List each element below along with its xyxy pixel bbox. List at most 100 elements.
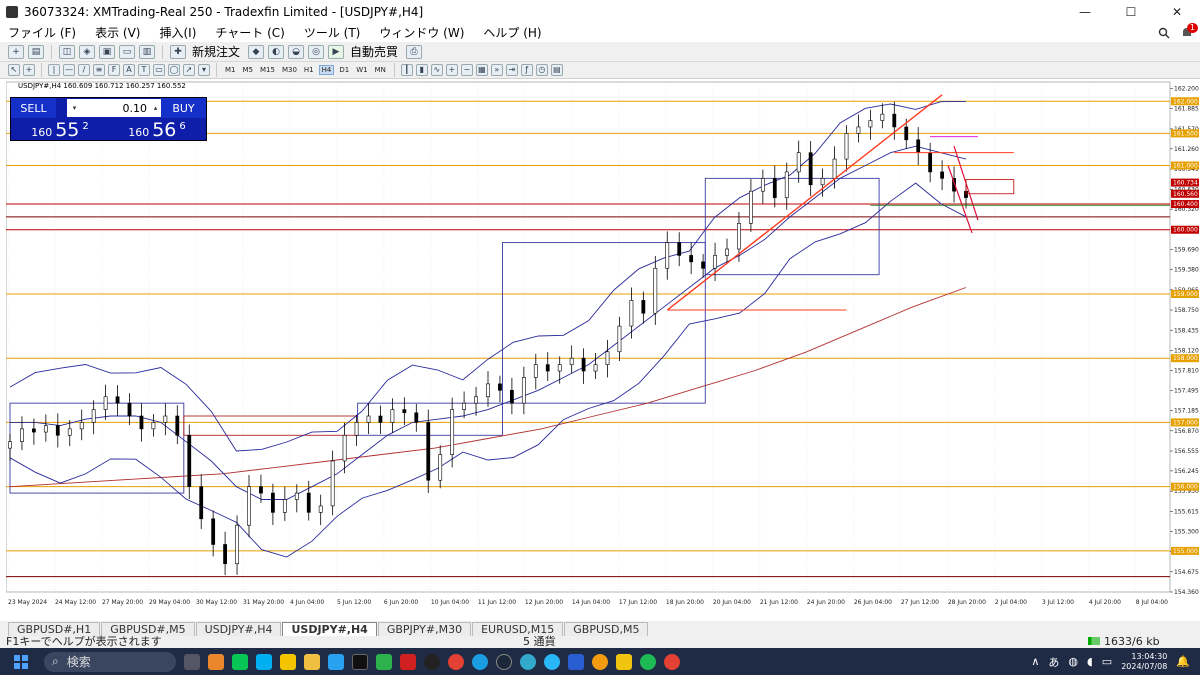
sell-button[interactable]: SELL	[11, 98, 56, 118]
indicators-icon[interactable]: ƒ	[520, 64, 533, 76]
menu-file[interactable]: ファイル (F)	[8, 24, 76, 41]
task-view-icon[interactable]	[184, 653, 200, 670]
tab-gbpjpy-m30[interactable]: GBPJPY#,M30	[377, 622, 472, 636]
strategy-tester-icon[interactable]: ▥	[139, 44, 155, 59]
spotify-icon[interactable]	[640, 653, 656, 670]
app-circle-icon[interactable]	[520, 653, 536, 670]
market-watch-icon[interactable]: ◫	[59, 44, 75, 59]
steam-icon[interactable]	[496, 653, 512, 670]
network-icon[interactable]: ◍	[1068, 655, 1078, 668]
auto-trading-button[interactable]: 自動売買	[348, 43, 402, 60]
lot-decrease-icon[interactable]: ▾	[69, 101, 80, 115]
metaeditor-icon[interactable]: ◆	[248, 44, 265, 59]
vps-icon[interactable]: ◎	[308, 44, 325, 59]
file-explorer-icon[interactable]	[304, 653, 320, 670]
chart-canvas[interactable]: 23 May 2024 24 May 12:00 27 May 20:00 29 Ma…	[6, 80, 1200, 618]
notes-app-icon[interactable]	[616, 653, 632, 670]
label-icon[interactable]: T	[138, 64, 150, 76]
new-order-icon[interactable]: ✚	[170, 44, 186, 59]
tray-chevron-icon[interactable]: ∧	[1031, 655, 1039, 668]
timeframe-d1[interactable]: D1	[337, 66, 351, 74]
cursor-icon[interactable]: ↖	[8, 64, 20, 76]
trendline-icon[interactable]: /	[78, 64, 90, 76]
gear-app-icon[interactable]	[592, 653, 608, 670]
rectangle-icon[interactable]: ▭	[153, 64, 165, 76]
autoscroll-icon[interactable]: »	[490, 64, 503, 76]
minimize-button[interactable]: —	[1062, 0, 1108, 23]
timeframe-mn[interactable]: MN	[373, 66, 388, 74]
tab-gbpusd-h1[interactable]: GBPUSD#,H1	[8, 622, 101, 636]
profiles-icon[interactable]: ▤	[28, 44, 44, 59]
sell-price[interactable]: 160 55 2	[12, 119, 108, 141]
timeframe-h4[interactable]: H4	[318, 65, 335, 75]
edge-icon[interactable]	[472, 653, 488, 670]
chart-shift-icon[interactable]: ⇥	[505, 64, 518, 76]
zoom-out-icon[interactable]: −	[460, 64, 473, 76]
new-order-button[interactable]: 新規注文	[190, 43, 244, 60]
tile-icon[interactable]: ▦	[475, 64, 488, 76]
timeframe-m15[interactable]: M15	[258, 66, 277, 74]
buy-button[interactable]: BUY	[161, 98, 206, 118]
menu-window[interactable]: ウィンドウ (W)	[379, 24, 464, 41]
search-icon[interactable]	[1158, 27, 1170, 39]
channel-icon[interactable]: ≡	[93, 64, 105, 76]
skype-icon[interactable]	[256, 653, 272, 670]
tab-usdjpy-h4[interactable]: USDJPY#,H4	[195, 622, 282, 636]
new-chart-icon[interactable]: +	[8, 44, 24, 59]
maximize-button[interactable]: ☐	[1108, 0, 1154, 23]
lot-size-input[interactable]: ▾ 0.10 ▴	[67, 99, 163, 117]
crosshair-icon[interactable]: +	[23, 64, 35, 76]
data-window-icon[interactable]: ◈	[79, 44, 95, 59]
zoom-in-icon[interactable]: +	[445, 64, 458, 76]
tab-usdjpy-h4-active[interactable]: USDJPY#,H4	[282, 622, 377, 636]
buy-price[interactable]: 160 56 6	[109, 119, 205, 141]
widgets-icon[interactable]	[208, 653, 224, 670]
start-icon[interactable]	[14, 654, 28, 669]
chrome-icon[interactable]	[448, 653, 464, 670]
more-tools-icon[interactable]: ▾	[198, 64, 210, 76]
bar-chart-icon[interactable]: ┃	[400, 64, 413, 76]
text-icon[interactable]: A	[123, 64, 135, 76]
fx-app-icon[interactable]	[400, 653, 416, 670]
battery-icon[interactable]: ▭	[1102, 655, 1112, 668]
timeframe-m30[interactable]: M30	[280, 66, 299, 74]
taskbar-search[interactable]: ⌕ 検索	[44, 651, 176, 672]
terminal-icon[interactable]: ▭	[119, 44, 135, 59]
ellipse-icon[interactable]: ◯	[168, 64, 180, 76]
github-icon[interactable]	[424, 653, 440, 670]
timeframe-w1[interactable]: W1	[354, 66, 369, 74]
price-chart[interactable]: 23 May 2024 24 May 12:00 27 May 20:00 29 Ma…	[6, 80, 1200, 618]
notification-center-icon[interactable]: 🔔	[1176, 655, 1190, 668]
horizontal-line-icon[interactable]: —	[63, 64, 75, 76]
line-chart-icon[interactable]: ∿	[430, 64, 443, 76]
signals-icon[interactable]: ◐	[268, 44, 285, 59]
menu-tools[interactable]: ツール (T)	[304, 24, 361, 41]
ime-indicator[interactable]: あ	[1048, 654, 1059, 670]
menu-view[interactable]: 表示 (V)	[95, 24, 140, 41]
checkmark-app-icon[interactable]	[280, 653, 296, 670]
tab-eurusd-m15[interactable]: EURUSD,M15	[472, 622, 564, 636]
arrow-icon[interactable]: ➚	[183, 64, 195, 76]
s-app-icon[interactable]	[376, 653, 392, 670]
bolt-app-icon[interactable]	[568, 653, 584, 670]
navigator-icon[interactable]: ▣	[99, 44, 115, 59]
notification-icon[interactable]: 1	[1180, 22, 1198, 40]
volume-icon[interactable]: ◖	[1087, 655, 1093, 668]
menu-insert[interactable]: 挿入(I)	[159, 24, 196, 41]
print-icon[interactable]: ⎙	[406, 44, 423, 59]
fibonacci-icon[interactable]: F	[108, 64, 120, 76]
candle-chart-icon[interactable]: ▮	[415, 64, 428, 76]
tab-gbpusd-m5[interactable]: GBPUSD#,M5	[101, 622, 195, 636]
market-icon[interactable]: ◒	[288, 44, 305, 59]
line-app-icon[interactable]	[232, 653, 248, 670]
w-app-icon[interactable]	[328, 653, 344, 670]
auto-trading-icon[interactable]: ▶	[328, 44, 345, 59]
timeframe-m5[interactable]: M5	[241, 66, 256, 74]
periods-icon[interactable]: ◷	[535, 64, 548, 76]
tab-gbpusd-m5-2[interactable]: GBPUSD,M5	[564, 622, 649, 636]
lot-increase-icon[interactable]: ▴	[150, 101, 161, 115]
menu-chart[interactable]: チャート (C)	[215, 24, 284, 41]
timeframe-m1[interactable]: M1	[223, 66, 238, 74]
menu-help[interactable]: ヘルプ (H)	[483, 24, 541, 41]
close-button[interactable]: ✕	[1154, 0, 1200, 23]
